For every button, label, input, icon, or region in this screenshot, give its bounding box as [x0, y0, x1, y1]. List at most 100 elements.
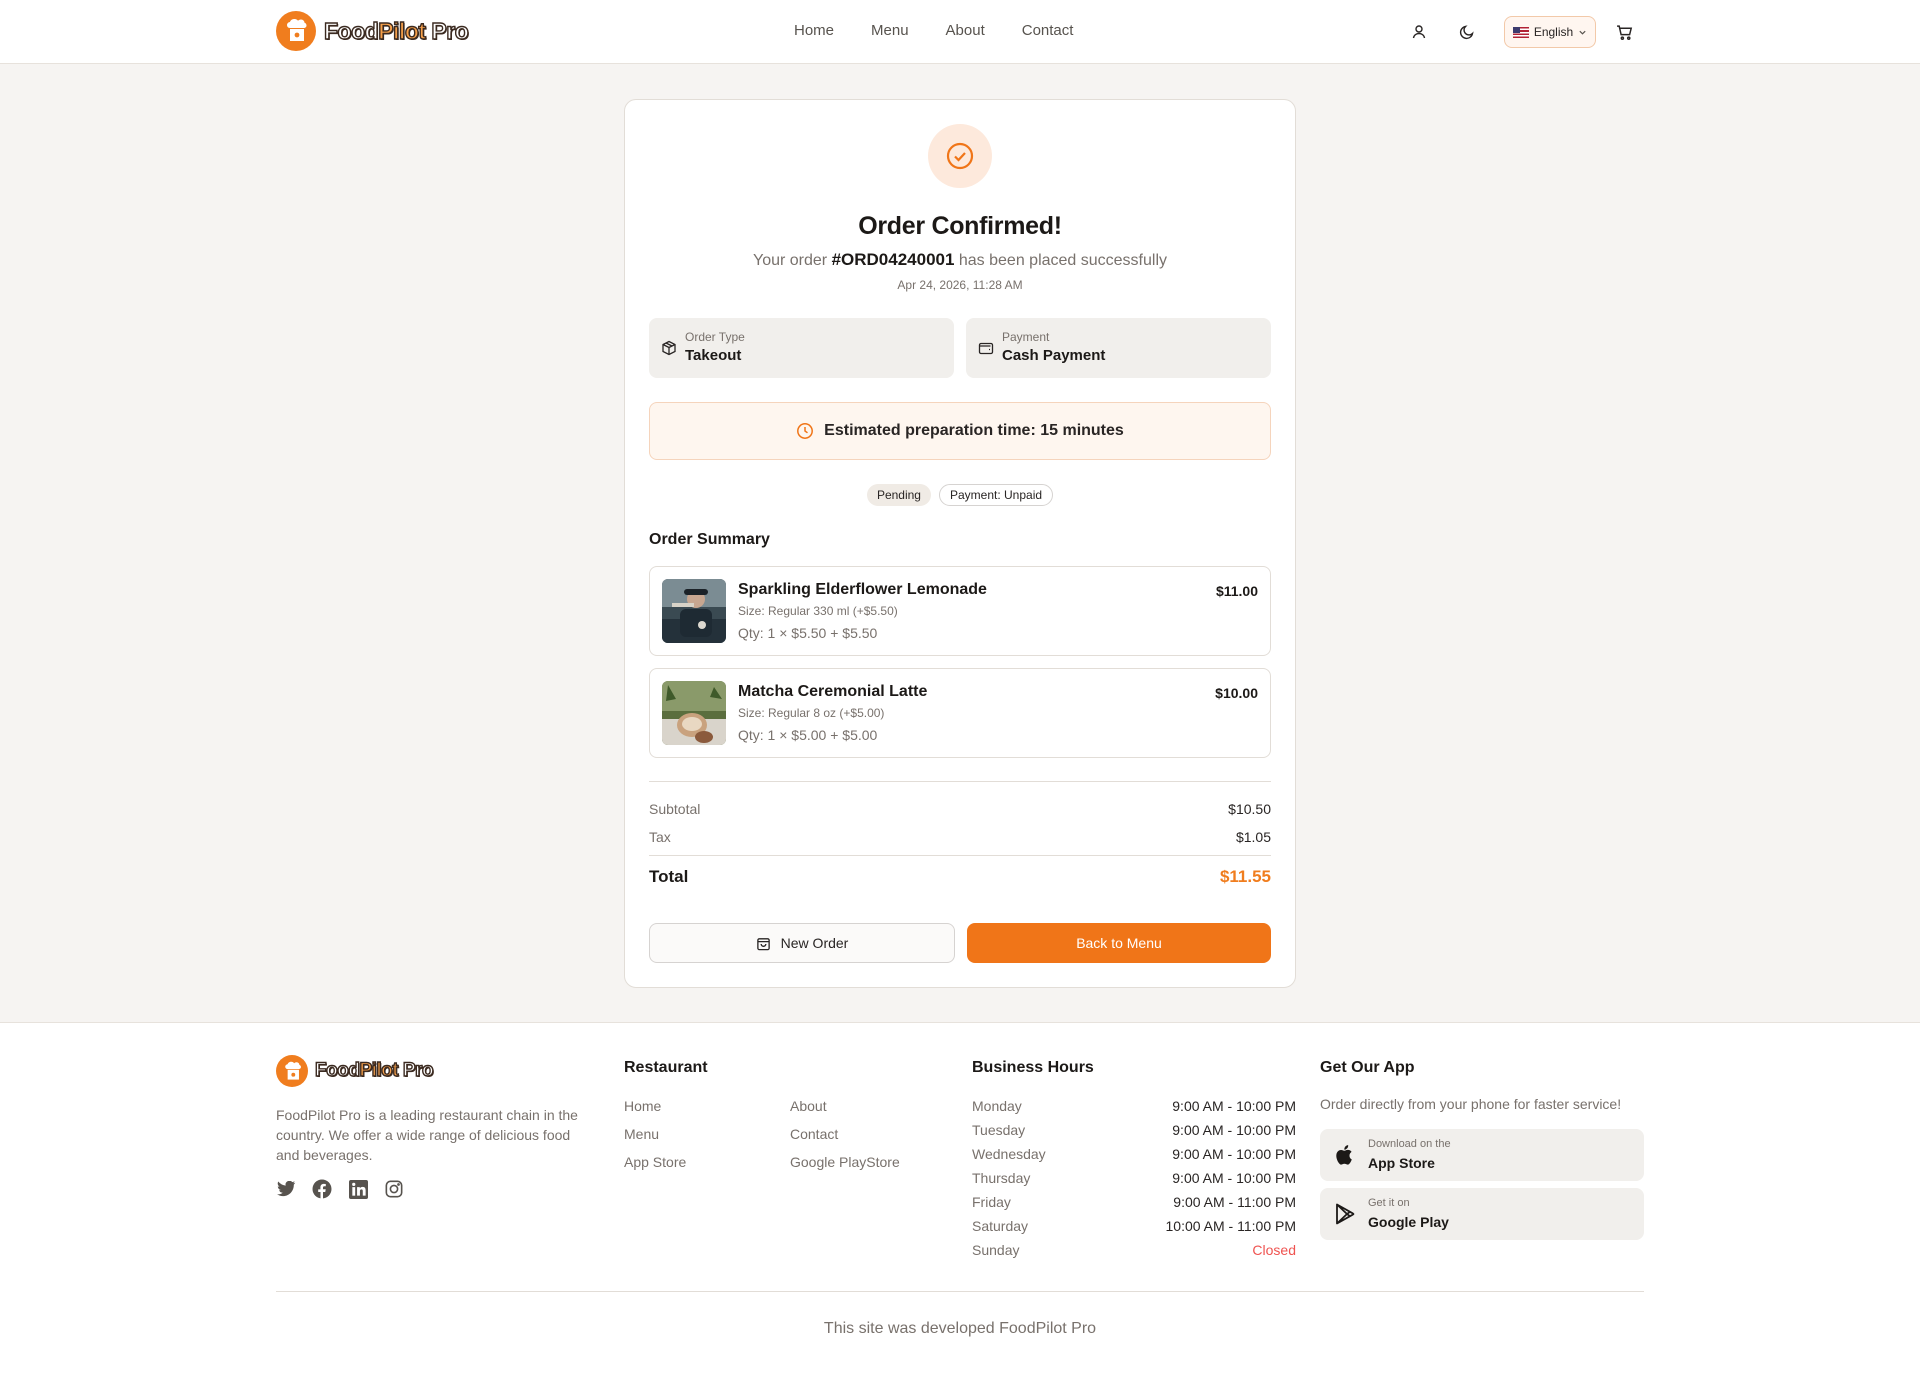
nav-contact[interactable]: Contact — [1022, 22, 1074, 39]
total-label: Total — [649, 867, 689, 886]
instagram-icon[interactable] — [384, 1179, 404, 1199]
subtotal-label: Subtotal — [649, 801, 701, 817]
item-size: Size: Regular 330 ml (+$5.50) — [738, 604, 898, 618]
brand-logo[interactable]: FoodPilot Pro — [276, 11, 469, 51]
site-header: FoodPilot Pro Home Menu About Contact En… — [0, 0, 1920, 64]
chevron-down-icon — [1579, 30, 1586, 35]
moon-icon[interactable] — [1455, 20, 1479, 44]
clock-icon — [797, 423, 814, 439]
get-app-description: Order directly from your phone for faste… — [1320, 1096, 1622, 1112]
divider — [649, 781, 1271, 782]
business-hours-heading: Business Hours — [972, 1059, 1094, 1076]
item-qty: Qty: 1 × $5.00 + $5.00 — [738, 727, 878, 743]
google-play-line2: Google Play — [1368, 1214, 1449, 1230]
tax-value: $1.05 — [1235, 829, 1271, 845]
social-links — [276, 1179, 404, 1199]
cart-icon[interactable] — [1612, 20, 1636, 44]
shopping-bag-icon — [756, 937, 770, 950]
hours-row: Wednesday 9:00 AM - 10:00 PM — [972, 1146, 1296, 1162]
footer-divider — [276, 1291, 1644, 1292]
item-photo — [662, 681, 726, 745]
footer-link-contact[interactable]: Contact — [790, 1124, 900, 1144]
user-icon[interactable] — [1407, 20, 1431, 44]
get-app-heading: Get Our App — [1320, 1059, 1415, 1076]
footer-link-menu[interactable]: Menu — [624, 1124, 686, 1144]
order-subtitle: Your order #ORD04240001 has been placed … — [752, 250, 1168, 269]
copyright-text: This site was developed FoodPilot Pro — [823, 1320, 1097, 1337]
chef-logo-icon — [276, 1055, 308, 1087]
app-store-button[interactable]: Download on the App Store — [1320, 1129, 1644, 1181]
main-nav: Home Menu About Contact — [794, 22, 1073, 39]
subtotal-row: Subtotal $10.50 — [649, 801, 1271, 817]
footer-links-col2: About Contact Google PlayStore — [790, 1096, 900, 1172]
language-select[interactable]: English — [1504, 16, 1596, 48]
restaurant-heading: Restaurant — [624, 1059, 708, 1076]
linkedin-icon[interactable] — [348, 1179, 368, 1199]
item-photo — [662, 579, 726, 643]
order-date: Apr 24, 2026, 11:28 AM — [897, 278, 1023, 292]
payment-status-badge: Payment: Unpaid — [938, 484, 1054, 506]
item-name: Sparkling Elderflower Lemonade — [738, 581, 987, 598]
subtotal-value: $10.50 — [1228, 801, 1271, 817]
package-icon — [662, 340, 676, 356]
hours-row: Saturday 10:00 AM - 11:00 PM — [972, 1218, 1296, 1234]
business-hours-list: Monday 9:00 AM - 10:00 PM Tuesday 9:00 AM … — [972, 1096, 1296, 1260]
footer-brand-name: FoodPilot Pro — [314, 1059, 434, 1081]
footer-link-home[interactable]: Home — [624, 1096, 686, 1116]
hours-row: Tuesday 9:00 AM - 10:00 PM — [972, 1122, 1296, 1138]
check-circle-icon — [928, 124, 992, 188]
new-order-button[interactable]: New Order — [649, 923, 955, 963]
order-type-box: Order Type Takeout — [649, 318, 954, 378]
nav-menu[interactable]: Menu — [871, 22, 909, 39]
hours-row: Thursday 9:00 AM - 10:00 PM — [972, 1170, 1296, 1186]
hours-row: Friday 9:00 AM - 11:00 PM — [972, 1194, 1296, 1210]
divider — [649, 855, 1271, 856]
hours-row: Monday 9:00 AM - 10:00 PM — [972, 1098, 1296, 1114]
item-size: Size: Regular 8 oz (+$5.00) — [738, 706, 885, 720]
app-store-line2: App Store — [1368, 1155, 1435, 1171]
order-type-value: Takeout — [685, 347, 742, 364]
status-badges: Pending Payment: Unpaid — [625, 484, 1295, 506]
footer-link-app-store[interactable]: App Store — [624, 1152, 686, 1172]
footer-links-col1: Home Menu App Store — [624, 1096, 686, 1172]
hours-row: Sunday Closed — [972, 1242, 1296, 1258]
google-play-icon — [1336, 1203, 1355, 1225]
footer-link-google-playstore[interactable]: Google PlayStore — [790, 1152, 900, 1172]
total-row: Total $11.55 — [649, 867, 1271, 887]
google-play-line1: Get it on — [1368, 1197, 1410, 1209]
payment-label: Payment — [1002, 330, 1050, 344]
order-type-label: Order Type — [685, 330, 745, 344]
brand-name: FoodPilot Pro — [323, 17, 469, 44]
eta-text: Estimated preparation time: 15 minutes — [824, 422, 1124, 439]
item-price: $10.00 — [1215, 685, 1258, 701]
payment-box: Payment Cash Payment — [966, 318, 1271, 378]
status-badge: Pending — [866, 484, 931, 506]
footer-about: FoodPilot Pro is a leading restaurant ch… — [276, 1107, 578, 1163]
nav-about[interactable]: About — [946, 22, 985, 39]
nav-home[interactable]: Home — [794, 22, 834, 39]
new-order-label: New Order — [780, 935, 849, 951]
order-confirmation-card: Order Confirmed! Your order #ORD04240001… — [624, 99, 1296, 988]
footer-logo[interactable]: FoodPilot Pro — [276, 1055, 434, 1087]
order-item: Sparkling Elderflower Lemonade Size: Reg… — [649, 566, 1271, 656]
order-id: #ORD04240001 — [831, 250, 955, 269]
chef-logo-icon — [276, 11, 316, 51]
item-qty: Qty: 1 × $5.50 + $5.50 — [738, 625, 878, 641]
apple-icon — [1336, 1145, 1352, 1165]
order-item: Matcha Ceremonial Latte Size: Regular 8 … — [649, 668, 1271, 758]
wallet-icon — [978, 342, 994, 355]
item-price: $11.00 — [1215, 583, 1258, 599]
payment-value: Cash Payment — [1002, 347, 1106, 364]
page-title: Order Confirmed! — [858, 212, 1062, 240]
tax-label: Tax — [649, 829, 671, 845]
back-to-menu-button[interactable]: Back to Menu — [967, 923, 1271, 963]
google-play-button[interactable]: Get it on Google Play — [1320, 1188, 1644, 1240]
site-footer: FoodPilot Pro FoodPilot Pro is a leading… — [0, 1022, 1920, 1373]
item-name: Matcha Ceremonial Latte — [738, 683, 928, 700]
order-summary-title: Order Summary — [649, 531, 770, 548]
footer-link-about[interactable]: About — [790, 1096, 900, 1116]
total-value: $11.55 — [1219, 867, 1271, 886]
twitter-icon[interactable] — [276, 1179, 296, 1199]
facebook-icon[interactable] — [312, 1179, 332, 1199]
language-label: English — [1533, 25, 1574, 39]
